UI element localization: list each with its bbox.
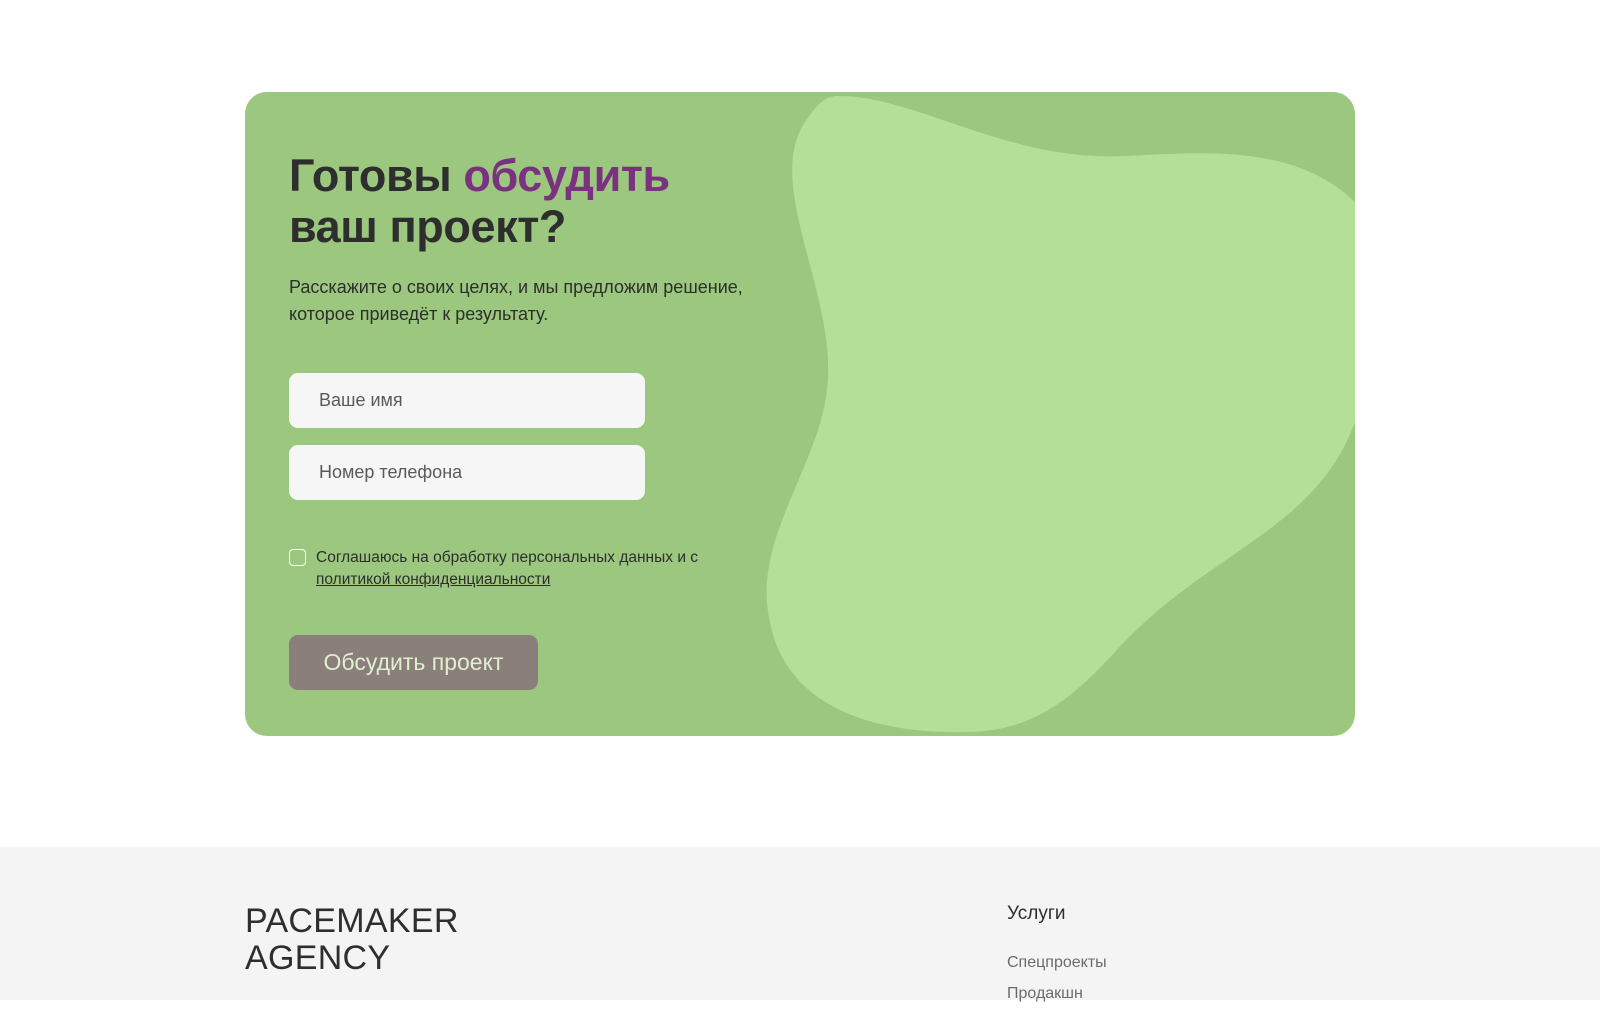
footer-logo[interactable]: PACEMAKER AGENCY <box>245 903 459 977</box>
discuss-project-button[interactable]: Обсудить проект <box>289 635 538 690</box>
phone-input[interactable] <box>289 445 645 500</box>
cta-title-part1: Готовы <box>289 150 464 201</box>
cta-title-part2: ваш проект? <box>289 201 566 252</box>
footer-link-production[interactable]: Продакшн <box>1007 978 1107 1009</box>
cta-title: Готовы обсудить ваш проект? <box>289 150 769 252</box>
footer-link-special-projects[interactable]: Спецпроекты <box>1007 947 1107 978</box>
cta-subtitle: Расскажите о своих целях, и мы предложим… <box>289 277 743 324</box>
cta-content: Готовы обсудить ваш проект? Расскажите о… <box>289 150 769 690</box>
logo-line2: AGENCY <box>245 939 391 977</box>
footer-services-column: Услуги Спецпроекты Продакшн <box>1007 903 1107 1009</box>
name-input[interactable] <box>289 373 645 428</box>
footer: PACEMAKER AGENCY Услуги Спецпроекты Прод… <box>0 847 1600 1002</box>
consent-text: Соглашаюсь на обработку персональных дан… <box>316 547 769 591</box>
consent-label: Соглашаюсь на обработку персональных дан… <box>316 549 699 566</box>
privacy-policy-link[interactable]: политикой конфиденциальности <box>316 571 550 588</box>
footer-services-heading: Услуги <box>1007 903 1066 924</box>
cta-title-accent: обсудить <box>463 150 670 201</box>
logo-line1: PACEMAKER <box>245 902 459 940</box>
cta-card: Готовы обсудить ваш проект? Расскажите о… <box>245 92 1355 736</box>
consent-row: Соглашаюсь на обработку персональных дан… <box>289 547 769 591</box>
consent-checkbox[interactable] <box>289 549 306 566</box>
